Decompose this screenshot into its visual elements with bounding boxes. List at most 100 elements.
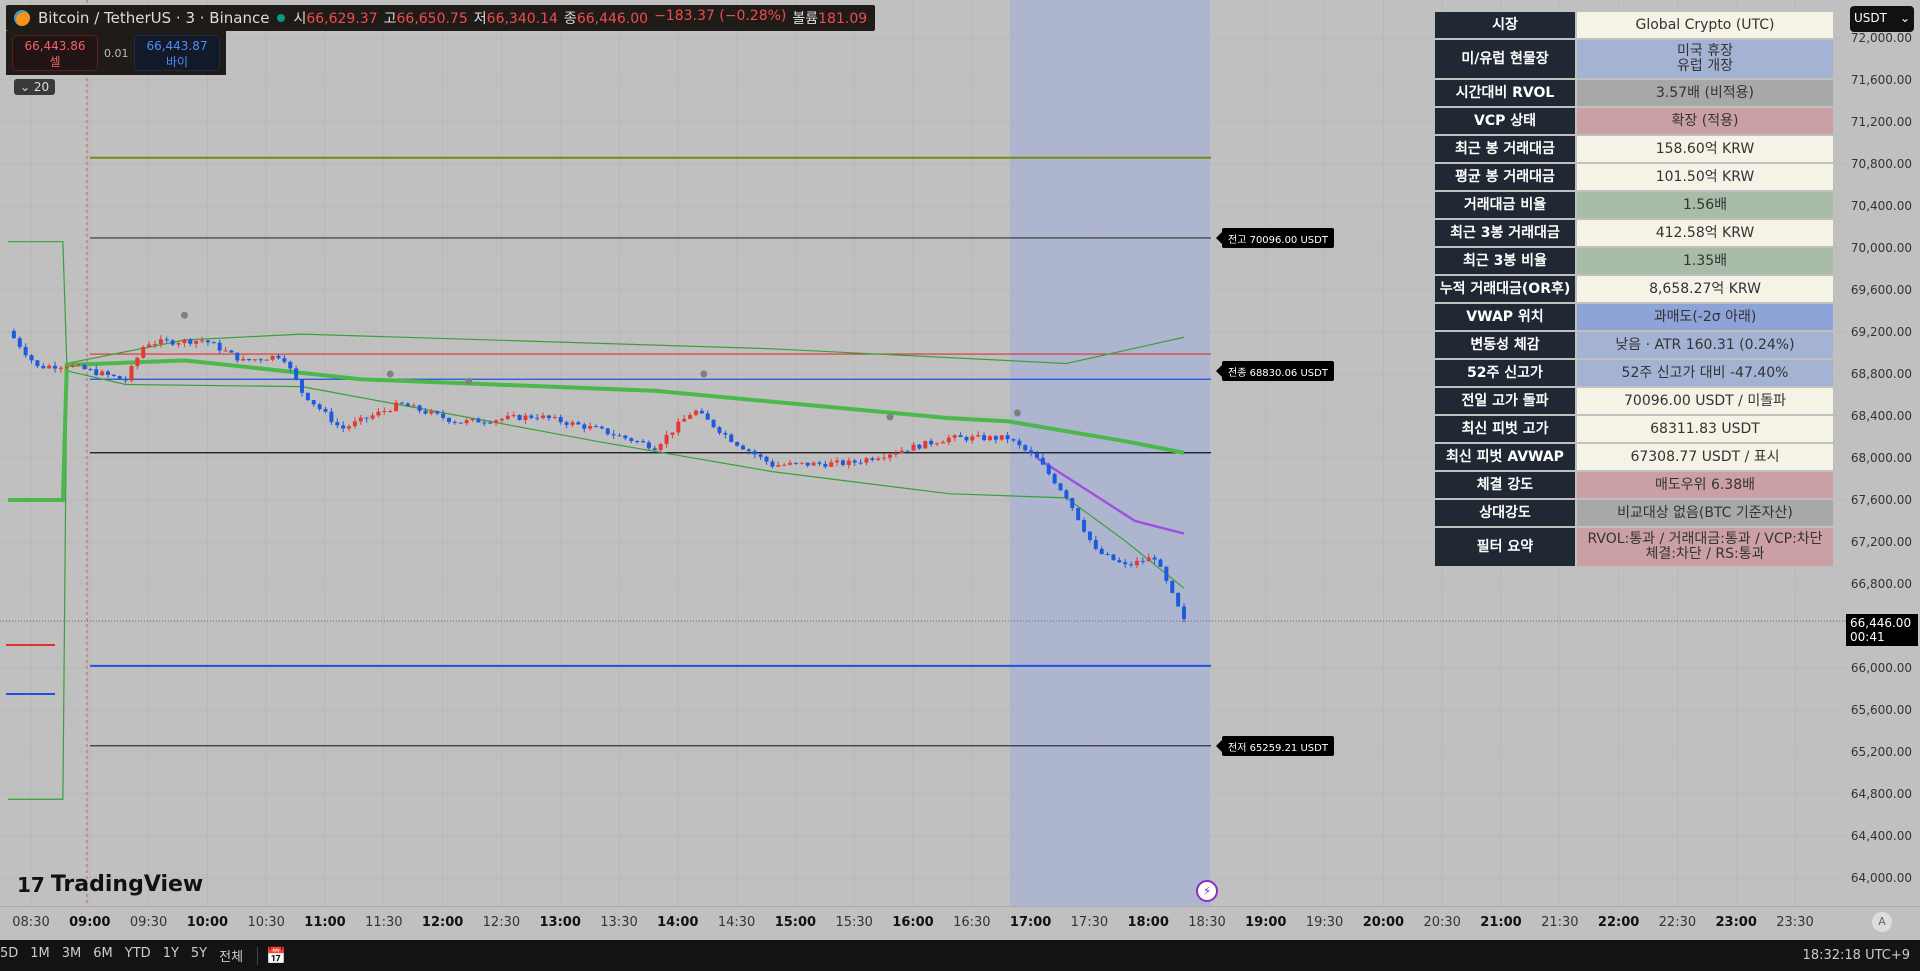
candle	[999, 435, 1004, 440]
candle	[905, 450, 910, 452]
bitcoin-logo-icon	[14, 10, 30, 26]
info-row: 최신 피벗 AVWAP 67308.77 USDT / 표시	[1433, 442, 1835, 472]
pivot-marker	[700, 370, 708, 378]
candle	[241, 358, 246, 361]
candle	[1099, 548, 1104, 555]
candle	[1023, 445, 1028, 451]
info-key: 미/유럽 현물장	[1433, 38, 1577, 80]
info-row: 체결 강도 매도우위 6.38배	[1433, 470, 1835, 500]
range-button[interactable]: YTD	[119, 946, 157, 965]
flash-alert-icon[interactable]: ⚡	[1196, 880, 1218, 902]
candle	[764, 456, 769, 462]
buy-button[interactable]: 66,443.87 바이	[134, 35, 220, 71]
range-button[interactable]: 1Y	[157, 946, 185, 965]
candle	[782, 464, 787, 466]
candle	[111, 374, 116, 377]
goto-date-icon[interactable]: 📅	[266, 946, 286, 965]
info-key: 최근 3봉 거래대금	[1433, 218, 1577, 248]
info-key: 시장	[1433, 10, 1577, 40]
pivot-marker	[180, 311, 188, 319]
time-axis[interactable]: 08:30 09:00 09:30 10:00 10:30 11:00 11:30 12:00…	[0, 906, 1920, 940]
range-button[interactable]: 6M	[87, 946, 119, 965]
candle	[247, 358, 252, 361]
time-tick-label: 10:30	[247, 915, 285, 930]
price-tick-label: 71,200.00	[1850, 115, 1912, 129]
candle	[870, 458, 875, 461]
price-tick-label: 67,600.00	[1850, 493, 1912, 507]
pivot-marker	[886, 413, 894, 421]
market-status-icon	[277, 14, 286, 22]
candle	[317, 404, 322, 410]
range-button[interactable]: 전체	[213, 946, 249, 965]
time-tick-label: 16:00	[892, 915, 934, 930]
candle	[929, 440, 934, 445]
info-table: 시장 Global Crypto (UTC) 미/유럽 현물장 미국 휴장 유럽 개장…	[1433, 10, 1835, 568]
info-value: 미국 휴장 유럽 개장	[1575, 38, 1835, 80]
candle	[23, 346, 28, 356]
candle	[1117, 560, 1122, 563]
info-value: 비교대상 없음(BTC 기준자산)	[1575, 498, 1835, 528]
candle	[1070, 498, 1075, 509]
candle	[382, 411, 387, 413]
candle	[793, 462, 798, 464]
candle	[464, 420, 469, 424]
info-row: 변동성 체감 낮음 · ATR 160.31 (0.24%)	[1433, 330, 1835, 360]
candle	[29, 355, 34, 361]
info-key: 누적 거래대금(OR후)	[1433, 274, 1577, 304]
sell-button[interactable]: 66,443.86 셀	[12, 35, 98, 71]
info-value: 67308.77 USDT / 표시	[1575, 442, 1835, 472]
candle	[1111, 554, 1116, 561]
candle	[270, 355, 275, 360]
info-row: 상대강도 비교대상 없음(BTC 기준자산)	[1433, 498, 1835, 528]
price-axis[interactable]: 72,000.00 71,600.00 71,200.00 70,800.00 70,4…	[1846, 0, 1920, 906]
auto-scale-button[interactable]: A	[1872, 912, 1892, 932]
candle	[976, 435, 981, 437]
candle	[323, 409, 328, 412]
candle	[770, 461, 775, 467]
range-button[interactable]: 5Y	[185, 946, 213, 965]
candle	[594, 426, 598, 428]
candle	[523, 415, 528, 421]
candle	[153, 343, 157, 345]
candle	[1170, 580, 1175, 593]
range-button[interactable]: 3M	[56, 946, 88, 965]
time-tick-label: 21:30	[1541, 915, 1579, 930]
time-tick-label: 23:30	[1776, 915, 1814, 930]
candle	[276, 355, 281, 359]
spread: 0.01	[104, 46, 129, 60]
candle	[935, 443, 940, 445]
candle	[305, 392, 310, 401]
candle	[964, 437, 969, 441]
candle	[658, 444, 663, 451]
candle	[223, 350, 228, 352]
candle	[123, 378, 128, 381]
info-row: 52주 신고가 52주 신고가 대비 -47.40%	[1433, 358, 1835, 388]
price-tick-label: 65,600.00	[1850, 703, 1912, 717]
candle	[64, 366, 69, 368]
currency-select[interactable]: USDT ⌄	[1850, 6, 1914, 32]
candle	[499, 418, 504, 421]
info-row: 평균 봉 거래대금 101.50억 KRW	[1433, 162, 1835, 192]
price-tick-label: 66,800.00	[1850, 577, 1912, 591]
symbol-title[interactable]: Bitcoin / TetherUS · 3 · Binance	[38, 9, 269, 27]
current-price-label: 66,446.00 00:41	[1846, 614, 1918, 646]
candle	[846, 460, 851, 465]
range-button[interactable]: 1M	[24, 946, 56, 965]
price-tick-label: 69,200.00	[1850, 325, 1912, 339]
candle	[347, 426, 352, 429]
time-tick-label: 14:00	[657, 915, 699, 930]
range-button[interactable]: 5D	[0, 946, 24, 965]
tradingview-logo[interactable]: 𝟭𝟳 TradingView	[17, 872, 203, 897]
indicators-collapse-button[interactable]: ⌄ 20	[14, 79, 56, 95]
candle	[605, 428, 610, 435]
info-key: 필터 요약	[1433, 526, 1577, 568]
symbol-header[interactable]: Bitcoin / TetherUS · 3 · Binance 시66,629…	[6, 5, 876, 31]
candle	[1146, 557, 1151, 562]
candle	[564, 422, 569, 425]
candle	[282, 358, 287, 362]
info-key: 최신 피벗 AVWAP	[1433, 442, 1577, 472]
candle	[1158, 559, 1163, 567]
candle	[1082, 520, 1087, 532]
price-tick-label: 72,000.00	[1850, 31, 1912, 45]
candle	[811, 462, 816, 466]
